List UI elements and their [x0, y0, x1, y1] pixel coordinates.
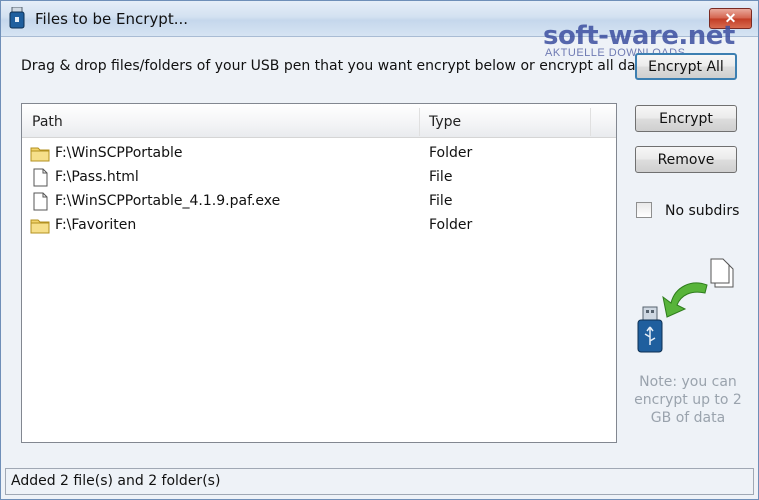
instruction-text: Drag & drop files/folders of your USB pe… [21, 58, 655, 74]
list-item-type: File [429, 169, 453, 185]
list-item-path: F:\WinSCPPortable_4.1.9.paf.exe [55, 193, 281, 209]
file-icon [33, 168, 48, 187]
file-list[interactable]: Path Type F:\WinSCPPortable Folder F:\Pa… [21, 103, 617, 443]
list-item[interactable]: F:\WinSCPPortable_4.1.9.paf.exe File [30, 189, 610, 213]
usb-drive-icon [637, 306, 663, 353]
list-item-type: Folder [429, 145, 473, 161]
list-item-path: F:\Pass.html [55, 169, 139, 185]
remove-button[interactable]: Remove [635, 146, 737, 173]
column-divider[interactable] [419, 108, 420, 136]
window-title: Files to be Encrypt... [35, 10, 189, 28]
column-header-path[interactable]: Path [32, 104, 63, 137]
curved-arrow-icon [662, 282, 708, 318]
encrypt-button[interactable]: Encrypt [635, 105, 737, 132]
list-item-path: F:\WinSCPPortable [55, 145, 183, 161]
folder-icon [30, 219, 50, 234]
column-header-type[interactable]: Type [429, 104, 461, 137]
usb-lock-app-icon [9, 7, 25, 29]
status-text: Added 2 file(s) and 2 folder(s) [11, 473, 221, 489]
document-icon [710, 258, 734, 288]
encrypt-dialog-window: Files to be Encrypt... ✕ soft-ware.net A… [0, 0, 759, 500]
list-item[interactable]: F:\WinSCPPortable Folder [30, 141, 610, 165]
file-icon [33, 192, 48, 211]
list-item[interactable]: F:\Pass.html File [30, 165, 610, 189]
column-divider[interactable] [590, 108, 591, 136]
usb-drop-illustration [637, 258, 734, 353]
status-bar: Added 2 file(s) and 2 folder(s) [5, 468, 754, 495]
list-item-type: File [429, 193, 453, 209]
folder-icon [30, 147, 50, 162]
list-item-path: F:\Favoriten [55, 217, 137, 233]
encrypt-all-button[interactable]: Encrypt All [635, 53, 737, 80]
list-header: Path Type [22, 104, 616, 138]
no-subdirs-label[interactable]: No subdirs [665, 203, 739, 219]
list-item[interactable]: F:\Favoriten Folder [30, 213, 610, 237]
no-subdirs-checkbox[interactable] [636, 202, 652, 218]
note-text: Note: you can encrypt up to 2 GB of data [634, 374, 742, 426]
list-item-type: Folder [429, 217, 473, 233]
